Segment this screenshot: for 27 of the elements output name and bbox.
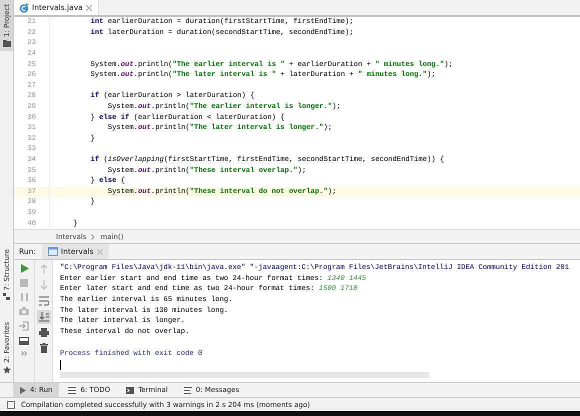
chevron-icon (91, 234, 96, 240)
print-icon[interactable] (38, 328, 48, 337)
star-icon (2, 366, 10, 374)
login-icon[interactable] (19, 321, 29, 331)
terminal-icon (126, 386, 134, 394)
close-icon[interactable] (86, 4, 92, 10)
list-icon (68, 386, 76, 394)
more-icon[interactable] (21, 351, 27, 356)
scroll-to-end-icon[interactable] (38, 312, 48, 322)
pause-icon[interactable] (20, 293, 28, 301)
scrollbar[interactable] (60, 372, 429, 378)
checkbox-icon[interactable] (7, 400, 15, 408)
run-icon[interactable] (20, 264, 28, 273)
camera-icon[interactable] (19, 307, 29, 315)
folder-icon (2, 40, 10, 47)
play-icon (20, 386, 26, 394)
soft-wrap-icon[interactable] (38, 296, 48, 306)
messages-icon (184, 386, 192, 394)
trash-icon[interactable] (40, 343, 48, 353)
text-cursor (60, 360, 61, 370)
layout-icon[interactable] (19, 337, 29, 345)
close-icon[interactable] (96, 248, 103, 254)
structure-icon (3, 293, 10, 300)
window-icon (48, 247, 58, 256)
down-arrow-icon[interactable] (40, 280, 48, 290)
java-class-icon (19, 2, 29, 12)
up-arrow-icon[interactable] (40, 264, 48, 274)
